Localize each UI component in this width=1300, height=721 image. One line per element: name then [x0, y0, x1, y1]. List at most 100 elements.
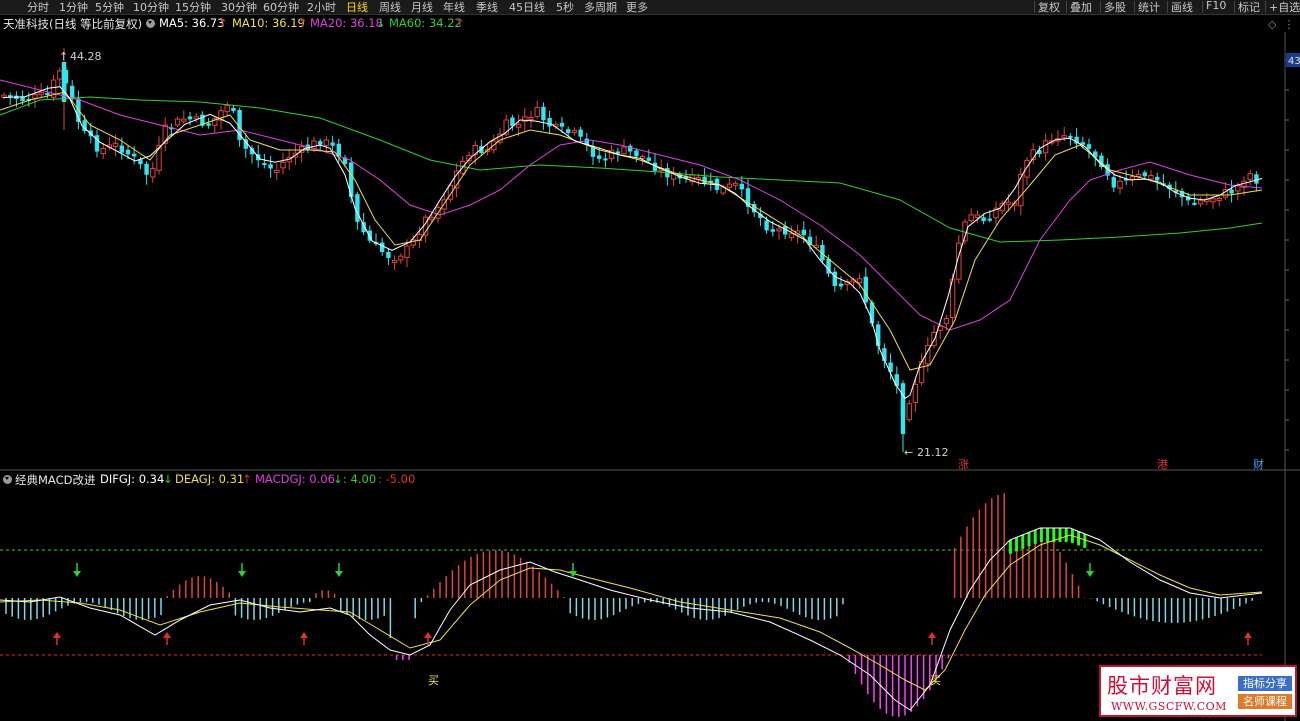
- sell-signal-arrow-icon: [73, 571, 81, 577]
- candle-body: [776, 228, 782, 232]
- candle-body: [404, 245, 410, 258]
- candle-body: [547, 118, 552, 127]
- candle-body: [739, 183, 744, 190]
- event-marker-2: 财: [1253, 457, 1264, 471]
- buy-signal-arrow-icon: [53, 632, 61, 638]
- candle-body: [330, 142, 335, 146]
- low-price-arrow: ←: [904, 446, 913, 459]
- candle-body: [386, 251, 391, 258]
- high-price-label: 44.28: [70, 50, 102, 63]
- candle-body: [380, 242, 385, 252]
- event-marker-0: 涨: [958, 458, 969, 471]
- candle-body: [770, 229, 775, 232]
- candle-body: [528, 116, 534, 120]
- candle-body: [125, 149, 131, 155]
- candle-body: [863, 276, 868, 303]
- candle-body: [57, 70, 63, 80]
- watermark-url: WWW.GSCFW.COM: [1111, 700, 1227, 713]
- candle-body: [628, 145, 633, 152]
- candle-body: [974, 214, 981, 219]
- candle-body: [764, 220, 769, 231]
- candle-body: [144, 163, 149, 175]
- candle-body: [398, 255, 404, 261]
- candle-body: [838, 283, 844, 287]
- dea-line: [0, 534, 1263, 691]
- watermark-logo: 股市财富网 WWW.GSCFW.COM 指标分享 名师课程: [1099, 665, 1297, 717]
- candle-body: [391, 259, 398, 263]
- right-price-label: 43: [1288, 56, 1300, 67]
- candle-body: [578, 129, 583, 137]
- sell-signal-arrow-icon: [1086, 571, 1094, 577]
- candlestick-series: [1, 48, 1259, 452]
- candle-body: [1111, 177, 1116, 188]
- candle-body: [187, 116, 193, 120]
- watermark-tag-indicator: 指标分享: [1238, 676, 1292, 691]
- candle-body: [274, 169, 280, 173]
- ma10-line: [0, 91, 1263, 371]
- buy-label-1: 买: [428, 674, 439, 687]
- watermark-tag-course: 名师课程: [1238, 694, 1292, 709]
- candle-body: [832, 271, 837, 287]
- event-marker-1: 港: [1157, 458, 1168, 471]
- candle-body: [1135, 173, 1142, 177]
- candle-body: [268, 164, 273, 169]
- candle-body: [45, 92, 50, 95]
- candle-body: [1086, 144, 1092, 149]
- buy-signal-arrow-icon: [928, 632, 936, 638]
- candle-body: [634, 150, 639, 157]
- buy-signal-arrow-icon: [300, 632, 308, 638]
- sell-signal-arrow-icon: [335, 571, 343, 577]
- candle-body: [571, 130, 578, 134]
- candle-body: [119, 145, 124, 153]
- candle-body: [732, 182, 739, 186]
- pane-dividers: [0, 32, 1300, 721]
- candle-body: [943, 318, 950, 324]
- candle-body: [900, 398, 906, 434]
- buy-signal-arrow-icon: [163, 632, 171, 638]
- candle-body: [132, 153, 137, 157]
- candle-body: [515, 123, 522, 128]
- candle-body: [801, 229, 806, 236]
- candle-body: [968, 214, 974, 222]
- candle-body: [38, 92, 44, 96]
- buy-label-2: 买: [930, 674, 941, 687]
- candle-body: [193, 116, 199, 120]
- macd-histogram: [5, 493, 1253, 717]
- candle-body: [1155, 176, 1160, 181]
- candle-body: [231, 107, 236, 112]
- candle-body: [621, 146, 627, 155]
- candle-body: [603, 158, 608, 161]
- candle-body: [1042, 140, 1049, 154]
- candle-body: [534, 107, 540, 117]
- candle-body: [906, 403, 912, 421]
- candle-body: [1247, 173, 1253, 181]
- candle-body: [1117, 180, 1123, 189]
- candle-body: [1197, 200, 1204, 205]
- candle-body: [726, 183, 733, 188]
- chart-canvas[interactable]: 44.28 ↑ 21.12 ← 43 买 买 涨 港 财: [0, 0, 1300, 721]
- candle-body: [100, 147, 106, 155]
- candle-body: [981, 217, 986, 222]
- buy-signal-arrow-icon: [1244, 632, 1252, 638]
- candle-body: [856, 278, 863, 284]
- candle-body: [280, 161, 286, 169]
- candle-body: [541, 106, 546, 121]
- candle-body: [1216, 198, 1222, 202]
- candle-body: [597, 155, 602, 159]
- dif-line: [0, 527, 1263, 711]
- buy-signal-arrow-icon: [424, 632, 432, 638]
- candle-body: [788, 233, 795, 238]
- candle-body: [559, 122, 565, 127]
- candle-body: [1229, 189, 1234, 194]
- candle-body: [174, 118, 181, 126]
- candle-body: [1, 94, 7, 98]
- candle-body: [1192, 202, 1197, 205]
- candle-body: [1005, 201, 1012, 205]
- candle-body: [1129, 176, 1136, 180]
- candle-body: [702, 176, 707, 184]
- candle-body: [1061, 135, 1067, 139]
- candle-body: [1148, 175, 1154, 180]
- sell-signal-arrow-icon: [238, 571, 246, 577]
- candle-body: [355, 194, 360, 222]
- candle-body: [912, 383, 919, 403]
